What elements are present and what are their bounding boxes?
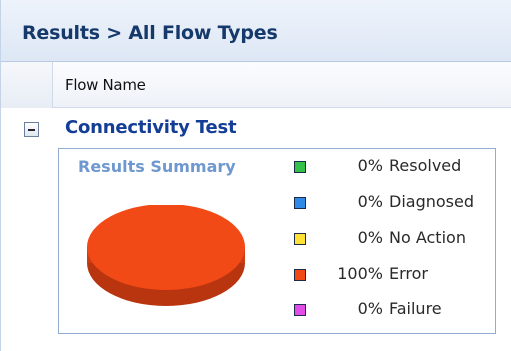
legend-percent: 0%: [357, 299, 383, 318]
legend-label: No Action: [389, 228, 466, 247]
header-bar: Results > All Flow Types: [1, 0, 511, 62]
column-header-flow-name[interactable]: Flow Name: [65, 76, 146, 94]
legend-label: Error: [389, 264, 428, 283]
legend-percent: 100%: [337, 264, 383, 283]
legend-percent: 0%: [357, 192, 383, 211]
legend-label: Failure: [389, 299, 442, 318]
pie-slice-error: [87, 205, 245, 290]
results-panel: Results > All Flow Types Flow Name Conne…: [0, 0, 511, 351]
legend-label: Resolved: [389, 156, 462, 175]
legend: 0% Resolved 0% Diagnosed 0% No Action 100% Erro…: [294, 149, 494, 335]
legend-percent: 0%: [357, 156, 383, 175]
legend-item-diagnosed: 0% Diagnosed: [294, 192, 494, 216]
legend-item-no-action: 0% No Action: [294, 228, 494, 252]
page-title: Results > All Flow Types: [22, 22, 278, 44]
column-header-row: Flow Name: [1, 62, 511, 108]
collapse-minus-icon[interactable]: [24, 122, 39, 137]
results-summary-box: Results Summary 0% Resolved 0% Diagnosed 0% N…: [58, 148, 496, 334]
pie-chart: [87, 205, 245, 306]
legend-label: Diagnosed: [389, 192, 474, 211]
legend-item-error: 100% Error: [294, 264, 494, 288]
group-title: Connectivity Test: [65, 117, 237, 138]
legend-percent: 0%: [357, 228, 383, 247]
column-header-gutter: [1, 62, 53, 108]
legend-item-failure: 0% Failure: [294, 299, 494, 323]
results-summary-label: Results Summary: [78, 157, 236, 176]
legend-item-resolved: 0% Resolved: [294, 156, 494, 180]
